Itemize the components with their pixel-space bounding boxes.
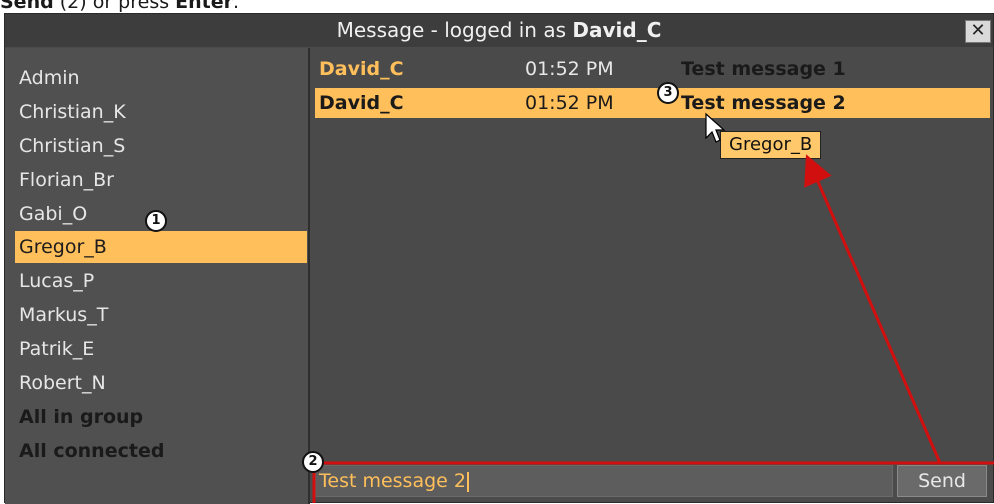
callout-2: 2 — [302, 451, 324, 473]
annotation-arrow — [804, 154, 942, 464]
callout-3: 3 — [657, 82, 679, 104]
annotation-overlay — [312, 112, 994, 503]
mouse-cursor-icon — [705, 112, 726, 143]
callout-1: 1 — [145, 210, 167, 232]
